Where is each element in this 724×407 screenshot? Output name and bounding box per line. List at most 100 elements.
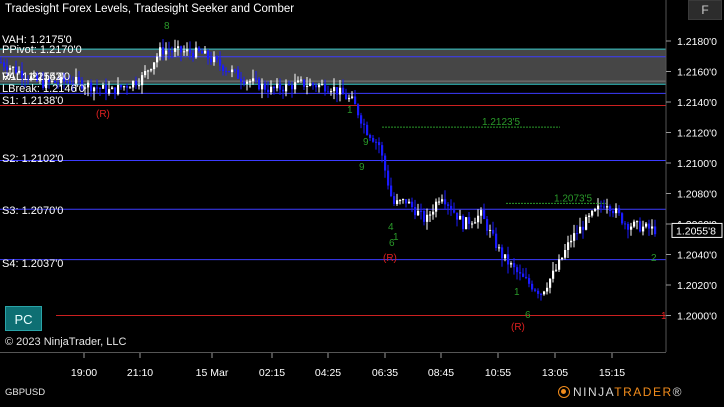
candle-body xyxy=(339,87,342,95)
candle-body xyxy=(600,205,603,207)
candle-body xyxy=(246,81,249,84)
pc-button[interactable]: PC xyxy=(5,306,42,331)
candle xyxy=(549,278,552,294)
candle xyxy=(363,118,366,134)
candle-body xyxy=(258,78,261,90)
candle-body xyxy=(381,145,384,156)
candle-body xyxy=(426,214,429,222)
seeker-level-label: 1.2123'5 xyxy=(482,117,520,128)
candle xyxy=(111,85,114,90)
candle xyxy=(576,225,579,241)
candle-body xyxy=(12,66,15,68)
candle-body xyxy=(0,62,3,64)
candle-body xyxy=(624,223,627,225)
candle xyxy=(516,264,519,280)
candle-body xyxy=(159,47,162,57)
candle-body xyxy=(477,215,480,223)
level-label-s3: S3: 1.2070'0 xyxy=(2,205,63,217)
candle xyxy=(120,84,123,90)
candle-body xyxy=(6,66,9,70)
candle-body xyxy=(144,71,147,76)
candle xyxy=(651,219,654,235)
y-axis-tick-label: 1.2100'0 xyxy=(677,158,717,170)
candle-body xyxy=(354,96,357,105)
candle-body xyxy=(525,276,528,279)
candle-body xyxy=(186,49,189,52)
candle-body xyxy=(456,212,459,220)
candle-body xyxy=(261,83,264,90)
candle-body xyxy=(633,221,636,227)
candle-body xyxy=(387,170,390,186)
candle-body xyxy=(108,89,111,94)
candle xyxy=(477,209,480,229)
y-axis-tick-label: 1.2160'0 xyxy=(677,67,717,79)
candle-body xyxy=(516,267,519,273)
candle xyxy=(453,202,456,214)
candle xyxy=(426,208,429,230)
candle-body xyxy=(642,226,645,232)
level-label-s1: S1: 1.2138'0 xyxy=(2,95,63,107)
candle-body xyxy=(150,69,153,71)
candle-body xyxy=(621,213,624,224)
setup-counter: 9 xyxy=(359,162,365,173)
candle xyxy=(501,244,504,267)
candle xyxy=(552,261,555,283)
candle-body xyxy=(570,240,573,243)
candle-body xyxy=(615,208,618,214)
candle xyxy=(603,199,606,209)
candle-body xyxy=(648,223,651,229)
candle-body xyxy=(114,87,117,95)
candle-body xyxy=(444,199,447,205)
candle xyxy=(393,192,396,207)
y-axis-tick-label: 1.2080'0 xyxy=(677,189,717,201)
candle xyxy=(495,227,498,251)
candle-body xyxy=(576,233,579,235)
candle xyxy=(633,219,636,228)
chart-properties-button[interactable]: F xyxy=(688,0,722,20)
ninjatrader-logo-icon xyxy=(558,386,570,398)
candle xyxy=(459,209,462,220)
candle-body xyxy=(123,86,126,88)
candle xyxy=(558,254,561,273)
candle xyxy=(528,274,531,288)
candle-body xyxy=(315,85,318,88)
seeker-level-label: 1.2073'5 xyxy=(554,193,592,204)
candle-body xyxy=(468,217,471,224)
candle-body xyxy=(465,217,468,230)
candle-body xyxy=(573,233,576,241)
candle-body xyxy=(603,206,606,208)
candle-body xyxy=(174,48,177,52)
candle-body xyxy=(531,283,534,290)
candle-body xyxy=(138,85,141,87)
candle-body xyxy=(462,215,465,230)
candle-body xyxy=(447,204,450,206)
candle-body xyxy=(408,201,411,204)
candle-body xyxy=(270,86,273,93)
setup-counter: 2 xyxy=(651,253,657,264)
candle xyxy=(621,212,624,226)
candle-body xyxy=(399,200,402,202)
candle xyxy=(489,224,492,238)
candle-body xyxy=(303,79,306,87)
candle xyxy=(141,72,144,94)
candle-body xyxy=(357,104,360,116)
candle xyxy=(99,86,102,96)
candle xyxy=(600,200,603,213)
candle-body xyxy=(111,87,114,90)
x-axis-tick-label: 10:55 xyxy=(485,367,511,379)
candle-body xyxy=(78,76,81,81)
candle-body xyxy=(147,70,150,72)
candle xyxy=(462,214,465,232)
candle-body xyxy=(216,56,219,60)
candle-body xyxy=(198,47,201,52)
candle xyxy=(360,112,363,129)
candle-body xyxy=(219,59,222,66)
candle-body xyxy=(486,219,489,231)
candle xyxy=(423,208,426,226)
candle-body xyxy=(195,47,198,58)
candle-body xyxy=(327,91,330,93)
candle-body xyxy=(594,209,597,211)
candle xyxy=(507,246,510,274)
candle-body xyxy=(9,67,12,70)
candle-body xyxy=(369,135,372,138)
